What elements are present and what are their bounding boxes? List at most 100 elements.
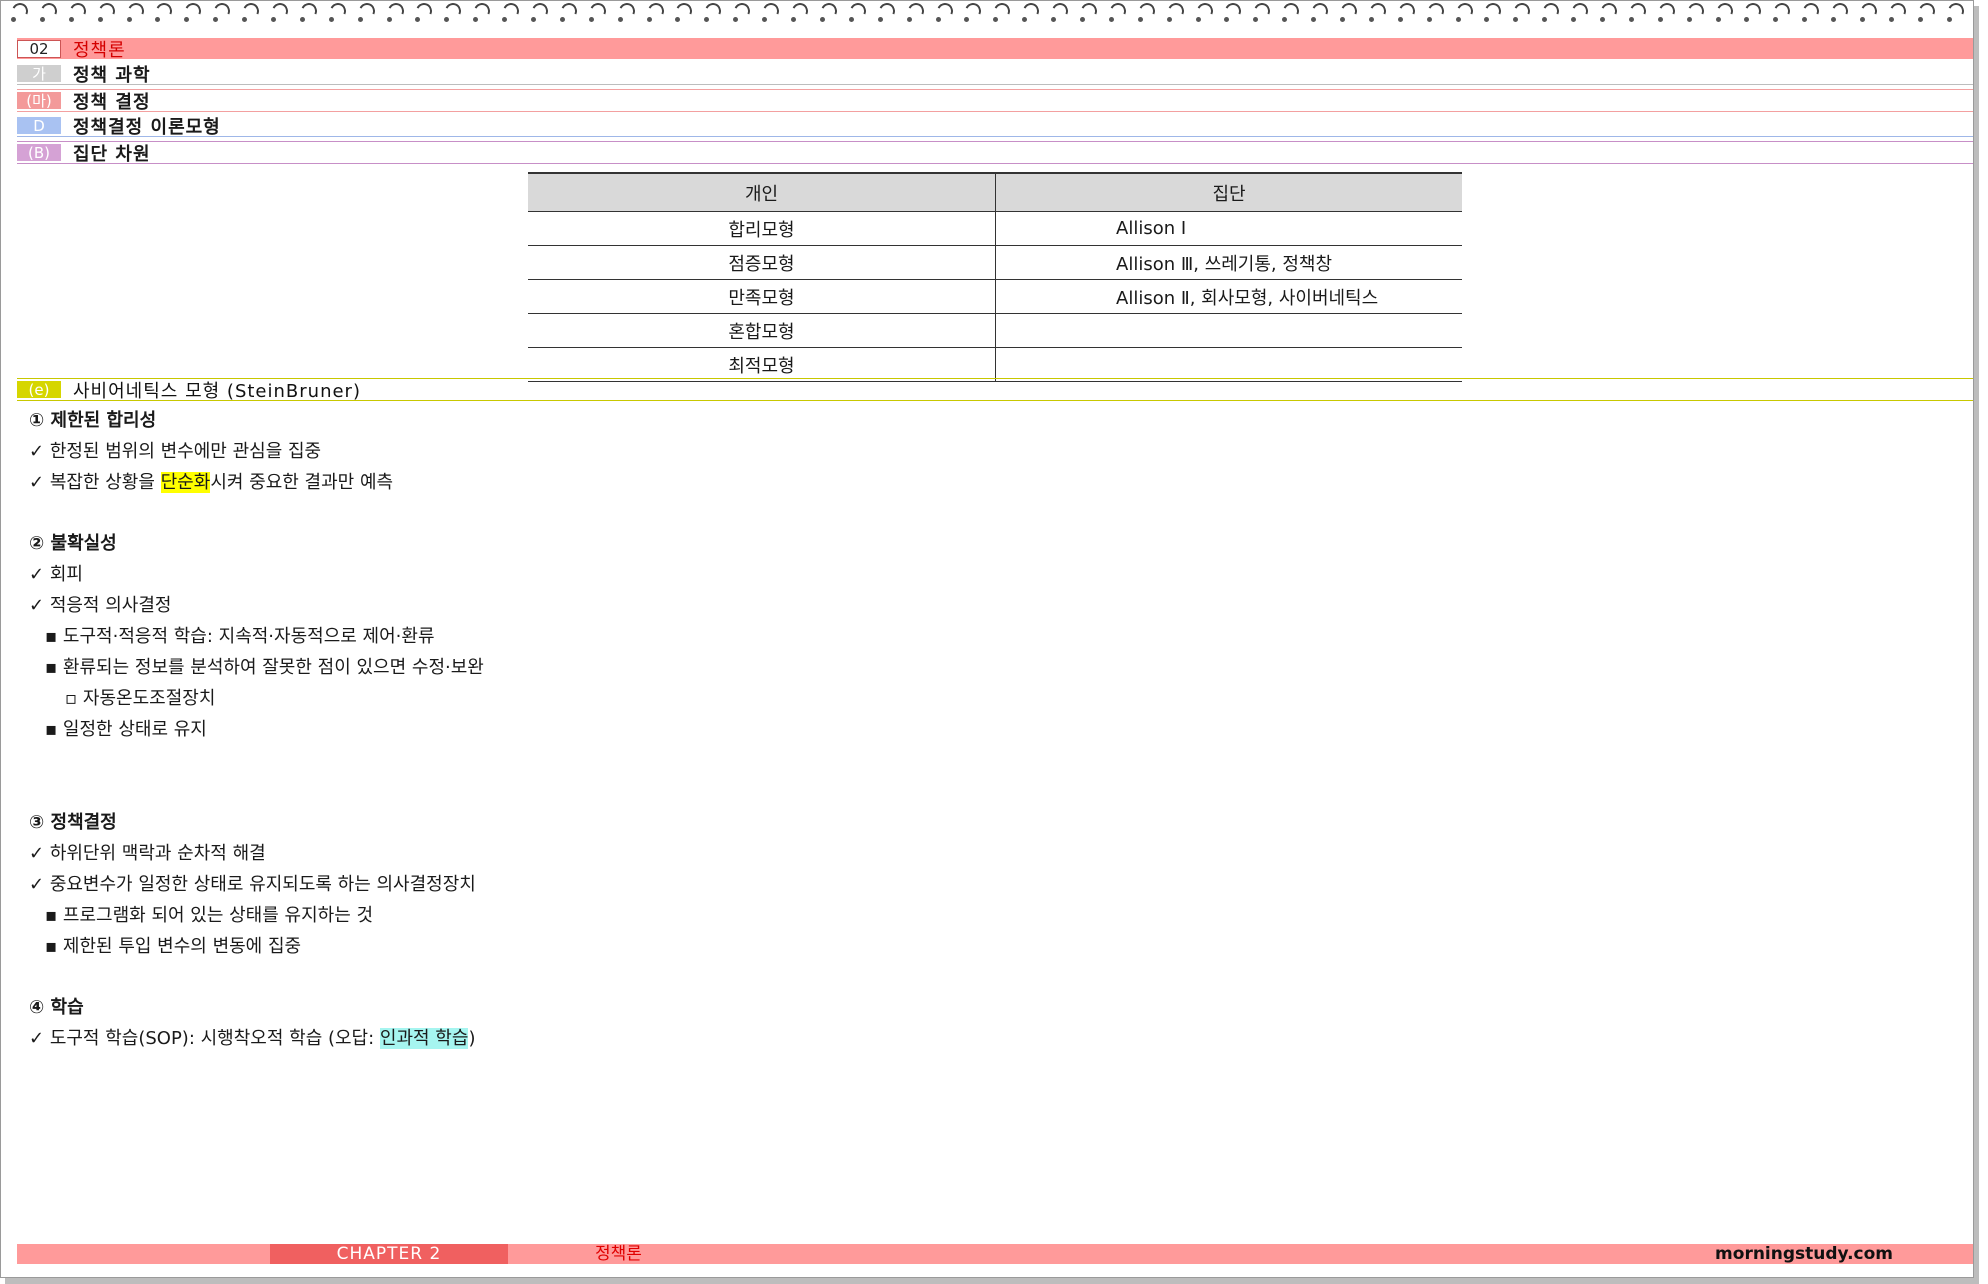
spiral-ring bbox=[413, 1, 433, 25]
spiral-ring bbox=[500, 1, 520, 25]
spiral-ring bbox=[1396, 1, 1416, 25]
section-tag: (B) bbox=[17, 144, 61, 162]
section-title: 정책 결정 bbox=[73, 91, 151, 113]
chapter-number: 02 bbox=[17, 39, 61, 58]
text: 도구적 학습(SOP): 시행착오적 학습 (오답: bbox=[49, 1028, 380, 1049]
table-row: 합리모형 Allison Ⅰ bbox=[528, 211, 1462, 246]
spiral-ring bbox=[818, 1, 838, 25]
section-header-e: (e) 사비어네틱스 모형 (SteinBruner) bbox=[17, 378, 1973, 402]
chapter-title: 정책론 bbox=[73, 39, 126, 61]
table-row: 만족모형 Allison Ⅱ, 회사모형, 사이버네틱스 bbox=[528, 279, 1462, 314]
spiral-ring bbox=[240, 1, 260, 25]
cell-individual: 최적모형 bbox=[528, 347, 996, 382]
footer-title: 정책론 bbox=[595, 1244, 642, 1264]
spiral-ring bbox=[1309, 1, 1329, 25]
section-tag: (e) bbox=[17, 381, 61, 399]
spiral-ring bbox=[1454, 1, 1474, 25]
notes-body: ① 제한된 합리성 한정된 범위의 변수에만 관심을 집중 복잡한 상황을 단순… bbox=[29, 405, 484, 1054]
cell-group: Allison Ⅰ bbox=[995, 211, 1462, 246]
bullet-item: 제한된 투입 변수의 변동에 집중 bbox=[29, 931, 484, 962]
spiral-ring bbox=[1627, 1, 1647, 25]
spiral-ring bbox=[1280, 1, 1300, 25]
check-item: 도구적 학습(SOP): 시행착오적 학습 (오답: 인과적 학습) bbox=[29, 1023, 484, 1054]
spiral-ring bbox=[1800, 1, 1820, 25]
spiral-ring bbox=[587, 1, 607, 25]
spiral-ring bbox=[673, 1, 693, 25]
spiral-ring bbox=[356, 1, 376, 25]
cell-group bbox=[995, 347, 1462, 382]
spiral-ring bbox=[876, 1, 896, 25]
check-item: 적응적 의사결정 bbox=[29, 590, 484, 621]
spiral-ring bbox=[471, 1, 491, 25]
spiral-ring bbox=[38, 1, 58, 25]
check-item: 회피 bbox=[29, 559, 484, 590]
text: 시켜 중요한 결과만 예측 bbox=[210, 472, 394, 493]
spiral-ring bbox=[1945, 1, 1965, 25]
page: 02 정책론 가 정책 과학 (마) 정책 결정 D 정책결정 이론모형 (B)… bbox=[0, 0, 1974, 1278]
header-group: 집단 bbox=[995, 172, 1462, 212]
cell-individual: 혼합모형 bbox=[528, 313, 996, 348]
spiral-ring bbox=[731, 1, 751, 25]
check-item: 중요변수가 일정한 상태로 유지되도록 하는 의사결정장치 bbox=[29, 869, 484, 900]
spiral-ring bbox=[1511, 1, 1531, 25]
check-item: 한정된 범위의 변수에만 관심을 집중 bbox=[29, 436, 484, 467]
section-header-ma: (마) 정책 결정 bbox=[17, 89, 1973, 113]
section-header-ga: 가 정책 과학 bbox=[17, 63, 1973, 86]
spiral-ring bbox=[702, 1, 722, 25]
bullet-item: 도구적·적응적 학습: 지속적·자동적으로 제어·환류 bbox=[29, 621, 484, 652]
spiral-ring bbox=[1251, 1, 1271, 25]
highlight-yellow: 단순화 bbox=[160, 472, 211, 493]
section-tag: D bbox=[17, 117, 61, 135]
footer-chapter: CHAPTER 2 bbox=[270, 1244, 508, 1264]
cell-group: Allison Ⅱ, 회사모형, 사이버네틱스 bbox=[995, 279, 1462, 314]
spiral-ring bbox=[1685, 1, 1705, 25]
spiral-ring bbox=[1656, 1, 1676, 25]
spiral-ring bbox=[1482, 1, 1502, 25]
subheading-1: ① 제한된 합리성 bbox=[29, 410, 157, 431]
check-item: 하위단위 맥락과 순차적 해결 bbox=[29, 838, 484, 869]
spiral-ring bbox=[1367, 1, 1387, 25]
spiral-ring bbox=[1425, 1, 1445, 25]
spiral-ring bbox=[96, 1, 116, 25]
decision-model-table: 개인 집단 합리모형 Allison Ⅰ 점증모형 Allison Ⅲ, 쓰레기… bbox=[528, 172, 1462, 382]
spiral-ring bbox=[616, 1, 636, 25]
spiral-ring bbox=[991, 1, 1011, 25]
spiral-ring bbox=[905, 1, 925, 25]
spiral-ring bbox=[298, 1, 318, 25]
spiral-ring bbox=[1020, 1, 1040, 25]
bullet-item: 환류되는 정보를 분석하여 잘못한 점이 있으면 수정·보완 bbox=[29, 652, 484, 683]
text: ) bbox=[468, 1028, 476, 1049]
spiral-ring bbox=[153, 1, 173, 25]
spiral-ring bbox=[1136, 1, 1156, 25]
spiral-ring bbox=[847, 1, 867, 25]
table-row: 점증모형 Allison Ⅲ, 쓰레기통, 정책창 bbox=[528, 245, 1462, 280]
section-header-d: D 정책결정 이론모형 bbox=[17, 115, 1973, 138]
spiral-ring bbox=[1222, 1, 1242, 25]
page-footer: CHAPTER 2 정책론 morningstudy.com bbox=[17, 1244, 1973, 1264]
spiral-ring bbox=[1916, 1, 1936, 25]
section-title: 사비어네틱스 모형 (SteinBruner) bbox=[73, 380, 361, 402]
spiral-ring bbox=[1194, 1, 1214, 25]
header-individual: 개인 bbox=[528, 172, 996, 212]
section-title: 집단 차원 bbox=[73, 143, 151, 165]
spiral-ring bbox=[645, 1, 665, 25]
spiral-ring bbox=[558, 1, 578, 25]
bullet-item: 일정한 상태로 유지 bbox=[29, 714, 484, 745]
cell-individual: 만족모형 bbox=[528, 279, 996, 314]
cell-group: Allison Ⅲ, 쓰레기통, 정책창 bbox=[995, 245, 1462, 280]
spiral-ring bbox=[385, 1, 405, 25]
spiral-ring bbox=[125, 1, 145, 25]
chapter-header: 02 정책론 bbox=[17, 38, 1973, 61]
spiral-ring bbox=[1569, 1, 1589, 25]
spiral-ring bbox=[789, 1, 809, 25]
subheading-3: ③ 정책결정 bbox=[29, 812, 117, 833]
section-header-b: (B) 집단 차원 bbox=[17, 141, 1973, 165]
section-title: 정책 과학 bbox=[73, 64, 151, 86]
spiral-ring bbox=[182, 1, 202, 25]
footer-site: morningstudy.com bbox=[1715, 1244, 1893, 1264]
spiral-ring bbox=[529, 1, 549, 25]
spiral-ring bbox=[67, 1, 87, 25]
highlight-cyan: 인과적 학습 bbox=[379, 1028, 469, 1049]
cell-individual: 합리모형 bbox=[528, 211, 996, 246]
spiral-ring bbox=[327, 1, 347, 25]
